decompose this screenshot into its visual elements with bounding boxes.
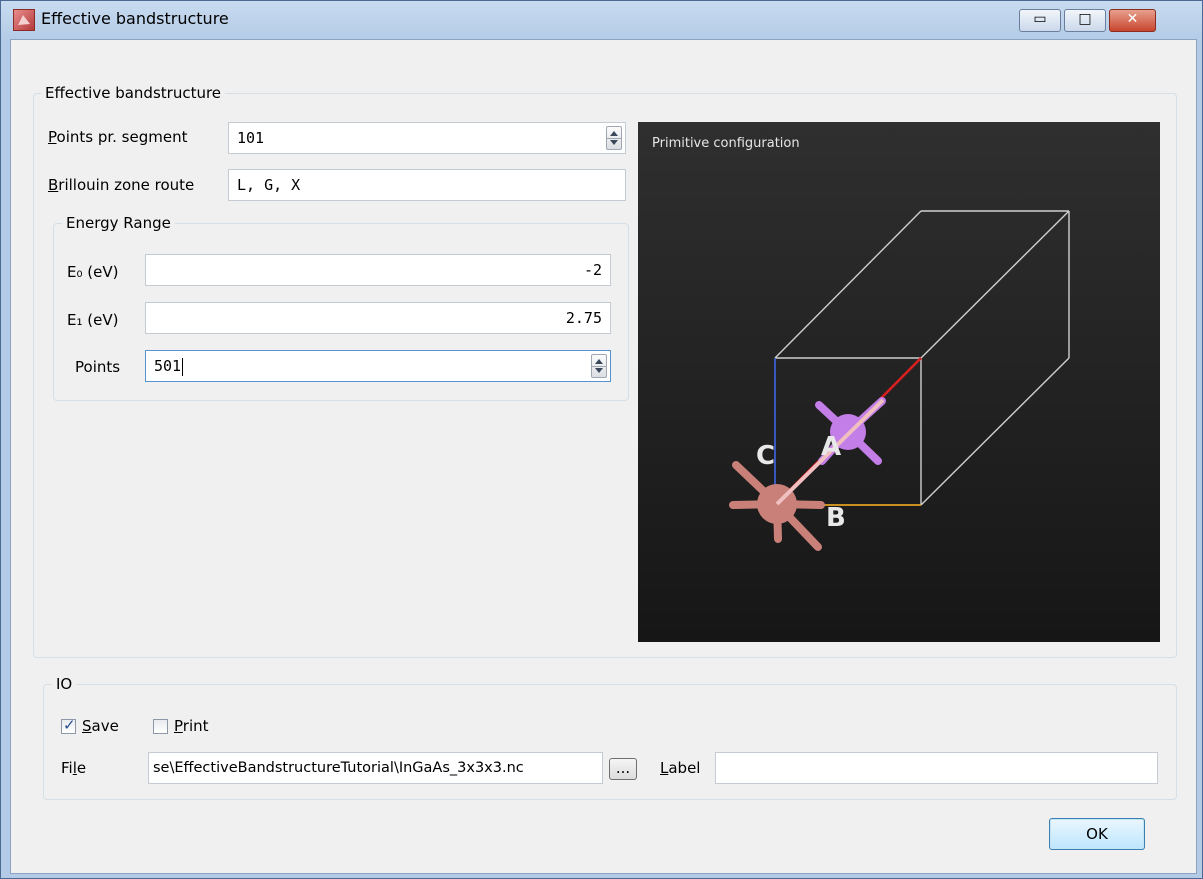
spin-arrows-icon[interactable]: [591, 354, 607, 378]
dialog-client-area: Effective bandstructure Points pr. segme…: [10, 39, 1197, 874]
maximize-icon: □: [1078, 11, 1092, 27]
unit-cell-drawing: C A B: [729, 210, 1070, 551]
points-pr-segment-value: 101: [237, 129, 265, 147]
close-button[interactable]: ✕: [1109, 9, 1156, 32]
print-label[interactable]: Print: [174, 717, 209, 735]
spin-arrows-icon[interactable]: [606, 126, 622, 150]
maximize-button[interactable]: □: [1064, 9, 1106, 32]
energy-points-spinbox[interactable]: 501: [145, 350, 611, 382]
text-caret: [182, 357, 184, 376]
group-legend: Effective bandstructure: [41, 84, 226, 102]
energy-range-legend: Energy Range: [62, 214, 175, 232]
label-field-label: Label: [660, 759, 701, 777]
e0-input[interactable]: -2: [145, 254, 611, 286]
energy-points-label: Points: [75, 358, 121, 376]
print-checkbox[interactable]: [153, 719, 168, 734]
minimize-button[interactable]: ▭: [1019, 9, 1061, 32]
brillouin-zone-route-input[interactable]: L, G, X: [228, 169, 626, 201]
points-pr-segment-spinbox[interactable]: 101: [228, 122, 626, 154]
axis-c-label: C: [756, 441, 775, 471]
title-bar[interactable]: Effective bandstructure ▭ □ ✕: [1, 1, 1202, 37]
minimize-icon: ▭: [1033, 11, 1047, 27]
brillouin-zone-route-label: Brillouin zone route: [48, 176, 195, 194]
e1-label: E₁ (eV): [67, 311, 119, 329]
e0-label: E₀ (eV): [67, 263, 119, 281]
browse-button[interactable]: ...: [609, 758, 637, 780]
e1-input[interactable]: 2.75: [145, 302, 611, 334]
label-input[interactable]: [715, 752, 1158, 784]
save-checkbox[interactable]: [61, 716, 76, 734]
app-icon: [13, 9, 35, 31]
axis-b-label: B: [826, 503, 846, 533]
points-pr-segment-label: Points pr. segment: [48, 128, 188, 146]
file-path-value: se\EffectiveBandstructureTutorial\InGaAs…: [153, 760, 524, 776]
e0-value: -2: [583, 261, 602, 279]
io-legend: IO: [52, 675, 77, 693]
file-path-input[interactable]: se\EffectiveBandstructureTutorial\InGaAs…: [148, 752, 603, 784]
save-label[interactable]: Save: [82, 717, 119, 735]
e1-value: 2.75: [565, 309, 602, 327]
structure-viewer[interactable]: Primitive configuration C A B: [638, 122, 1160, 642]
ok-button[interactable]: OK: [1049, 818, 1145, 850]
axis-a-label: A: [821, 432, 841, 462]
dialog-window: Effective bandstructure ▭ □ ✕ Effective …: [0, 0, 1203, 879]
brillouin-zone-route-value: L, G, X: [237, 176, 301, 194]
file-label: File: [61, 759, 87, 777]
window-title: Effective bandstructure: [41, 9, 229, 28]
energy-points-value: 501: [154, 357, 182, 375]
close-icon: ✕: [1126, 11, 1139, 27]
